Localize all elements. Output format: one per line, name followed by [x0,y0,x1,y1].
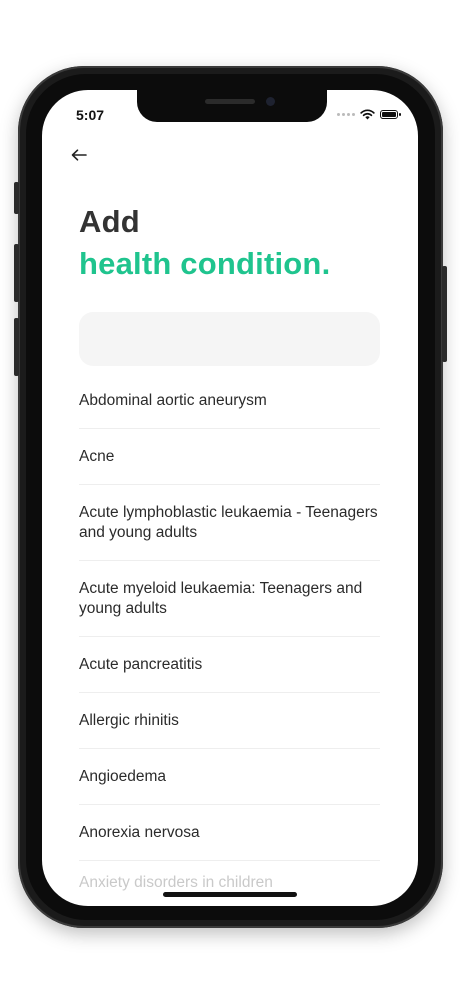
front-camera [266,97,275,106]
list-item[interactable]: Acute lymphoblastic leukaemia - Teenager… [79,485,380,561]
phone-screen: 5:07 Add health condition. Abdominal aor… [42,90,418,906]
mute-switch [14,182,19,214]
list-item-label: Allergic rhinitis [79,711,179,729]
back-button[interactable] [68,145,90,165]
arrow-left-icon [71,149,87,161]
list-item-label: Anorexia nervosa [79,823,200,841]
list-item[interactable]: Allergic rhinitis [79,693,380,749]
list-item-label: Acute pancreatitis [79,655,203,673]
page-subtitle: health condition. [79,246,331,281]
list-item[interactable]: Anorexia nervosa [79,805,380,861]
volume-up-button [14,244,19,302]
notch [137,90,327,122]
volume-down-button [14,318,19,376]
list-item-label: Abdominal aortic aneurysm [79,391,267,409]
speaker-grille [205,99,255,104]
power-button [442,266,447,362]
signal-icon [337,113,355,116]
list-item[interactable]: Abdominal aortic aneurysm [79,373,380,429]
list-item[interactable]: Acne [79,429,380,485]
battery-icon [380,110,401,119]
stage: 5:07 Add health condition. Abdominal aor… [0,0,460,996]
search-input[interactable] [79,312,380,366]
list-item-label: Angioedema [79,767,167,785]
list-item[interactable]: Acute pancreatitis [79,637,380,693]
list-item-label: Anxiety disorders in children [79,874,273,891]
status-time: 5:07 [76,107,105,123]
list-item[interactable]: Acute myeloid leukaemia: Teenagers and y… [79,561,380,637]
status-icons [337,109,401,120]
home-indicator[interactable] [163,892,297,897]
list-item[interactable]: Angioedema [79,749,380,805]
condition-list: Abdominal aortic aneurysm Acne Acute lym… [79,373,380,901]
list-item-label: Acne [79,447,115,465]
list-item-label: Acute myeloid leukaemia: Teenagers and y… [79,579,363,617]
wifi-icon [360,109,375,120]
list-item-label: Acute lymphoblastic leukaemia - Teenager… [79,503,378,541]
page-title: Add [79,204,140,239]
